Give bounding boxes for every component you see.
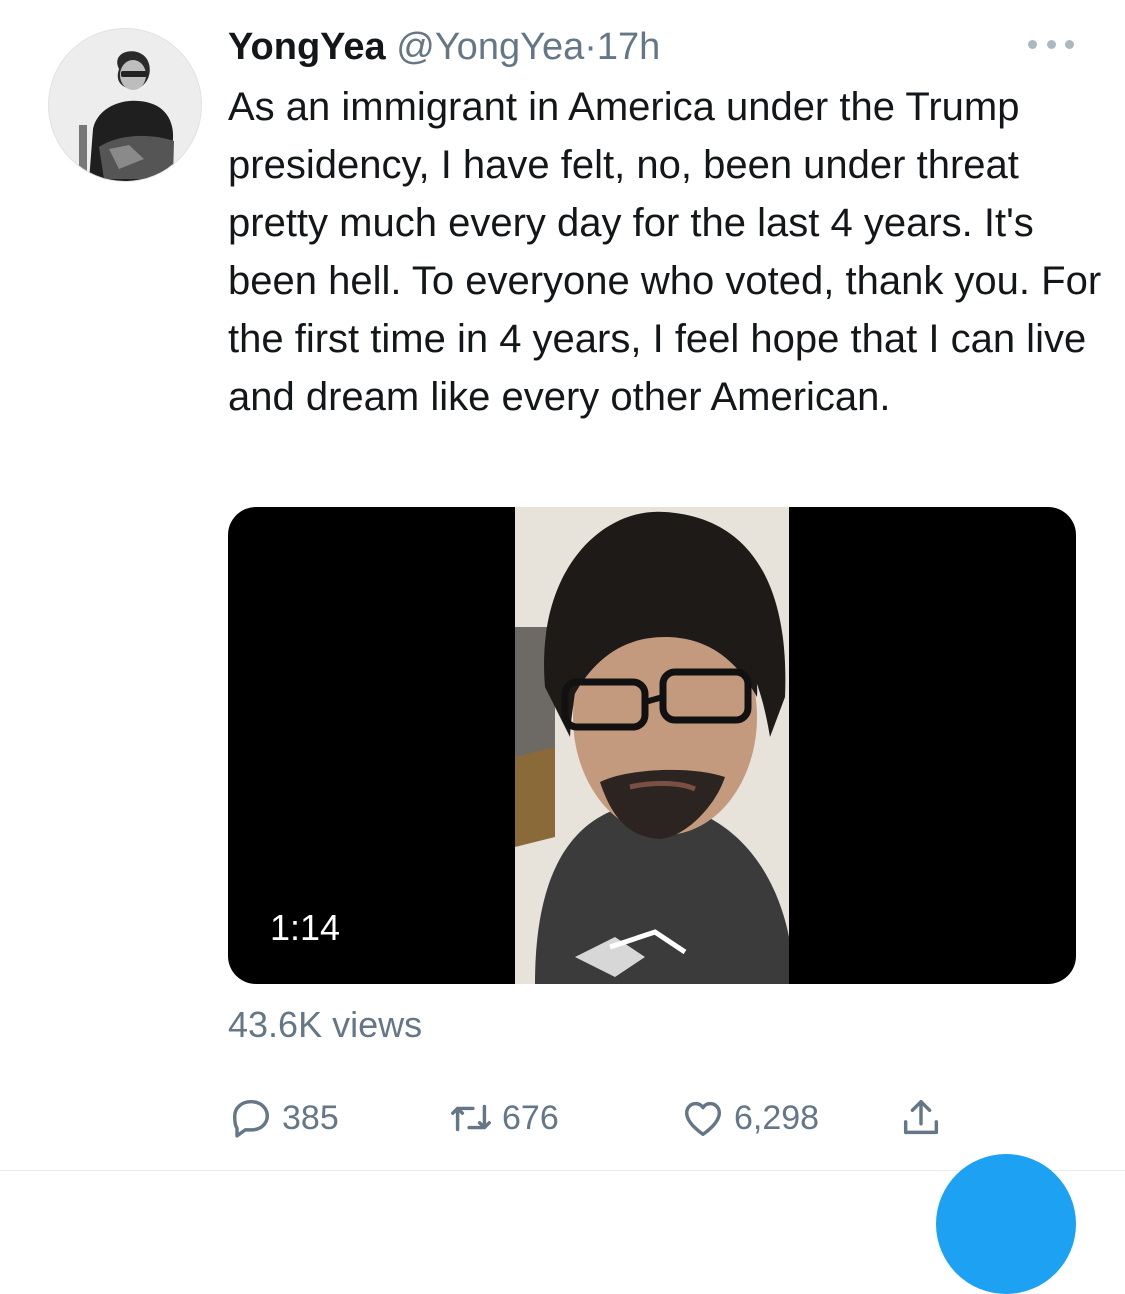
retweet-icon (451, 1104, 491, 1132)
divider (0, 1170, 1125, 1171)
reply-count: 385 (282, 1098, 339, 1137)
display-name[interactable]: YongYea (228, 26, 386, 68)
avatar-image (49, 29, 201, 181)
video-player[interactable]: 1:14 (228, 507, 1076, 984)
retweet-count: 676 (502, 1098, 559, 1137)
reply-icon (232, 1099, 270, 1138)
more-icon[interactable] (1028, 30, 1074, 58)
more-dot (1046, 39, 1056, 49)
tweet[interactable]: YongYea @YongYea·17h As an immigrant in … (0, 0, 1125, 1294)
like-button[interactable]: 6,298 (680, 1090, 819, 1146)
separator-dot: · (584, 26, 597, 68)
view-count[interactable]: 43.6K views (228, 1004, 422, 1046)
tweet-text: As an immigrant in America under the Tru… (228, 85, 1102, 419)
timestamp[interactable]: 17h (597, 26, 660, 68)
more-dot (1028, 39, 1037, 49)
reply-button[interactable]: 385 (228, 1090, 339, 1146)
action-bar: 385 676 6,298 (228, 1090, 988, 1146)
share-button[interactable] (898, 1090, 952, 1146)
video-thumbnail-image (515, 507, 789, 984)
compose-tweet-button[interactable] (936, 1154, 1076, 1294)
more-dot (1065, 39, 1074, 49)
video-thumbnail (515, 507, 789, 984)
retweet-button[interactable]: 676 (448, 1090, 559, 1146)
like-count: 6,298 (734, 1098, 820, 1137)
user-handle[interactable]: @YongYea (396, 26, 584, 68)
tweet-header: YongYea @YongYea·17h (228, 22, 660, 72)
avatar[interactable] (48, 28, 202, 182)
heart-icon (684, 1101, 722, 1137)
video-duration: 1:14 (270, 907, 341, 948)
share-icon (903, 1099, 939, 1135)
